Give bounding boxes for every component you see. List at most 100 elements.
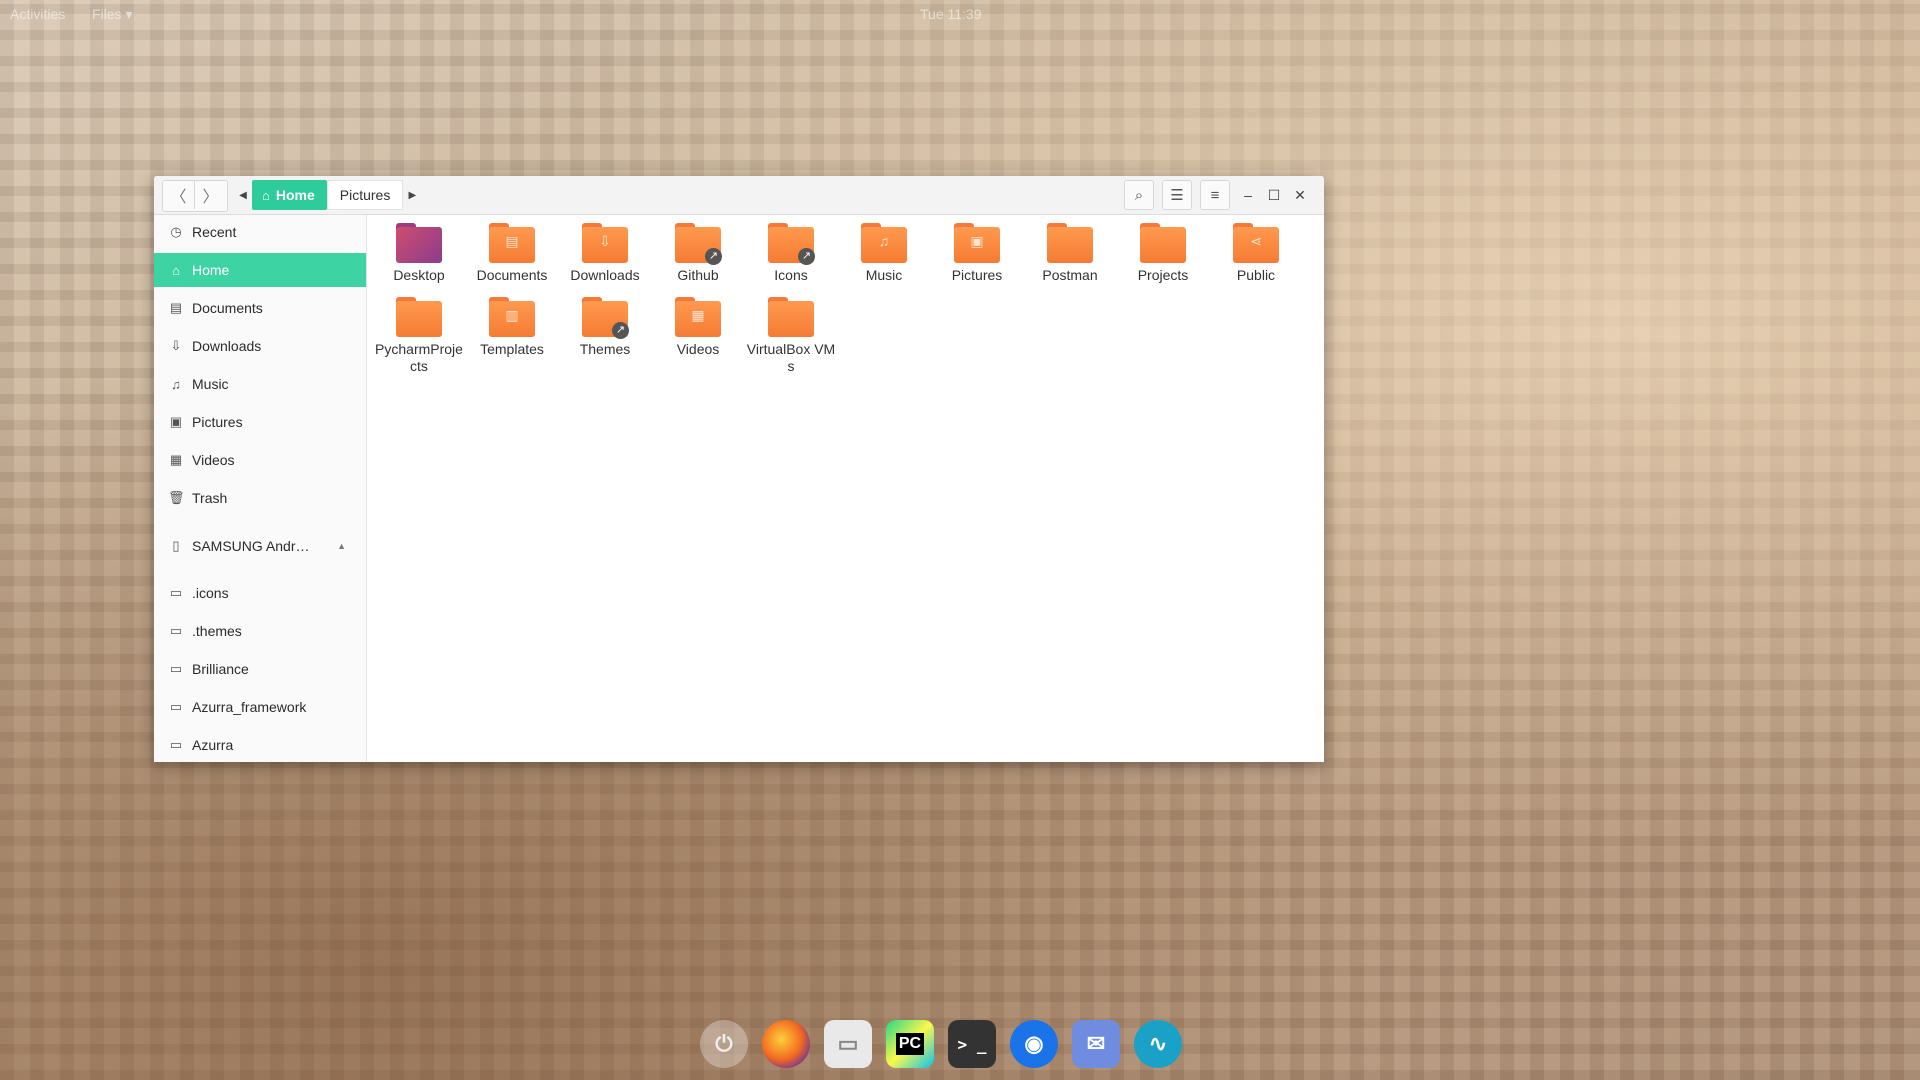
- sidebar-item-music[interactable]: ♫ Music: [154, 367, 366, 401]
- firefox-icon[interactable]: [762, 1020, 810, 1068]
- file-item[interactable]: ↗ Github: [653, 215, 743, 284]
- file-item[interactable]: ↗ Icons: [746, 215, 836, 284]
- desktop-folder-icon: [396, 223, 442, 263]
- activities-button[interactable]: Activities: [10, 6, 65, 22]
- sidebar-item-azurra[interactable]: ▭ Azurra: [154, 728, 366, 762]
- sidebar-item-brilliance[interactable]: ▭ Brilliance: [154, 652, 366, 686]
- sidebar-item-label: Trash: [192, 490, 228, 506]
- back-button[interactable]: 〈: [163, 181, 195, 209]
- list-view-icon: ☰: [1170, 187, 1184, 204]
- folder-icon: ▭: [169, 623, 183, 638]
- file-label: Templates: [480, 341, 544, 357]
- file-item[interactable]: ▦ Videos: [653, 289, 743, 358]
- search-button[interactable]: ⌕: [1124, 180, 1154, 210]
- clock-icon: ◷: [170, 224, 182, 239]
- file-label: Downloads: [570, 267, 640, 283]
- file-item[interactable]: ▥ Templates: [467, 289, 557, 358]
- file-label: VirtualBox VMs: [746, 341, 836, 374]
- templates-folder-icon: ▥: [489, 297, 535, 337]
- breadcrumb-left-arrow[interactable]: ◀: [234, 180, 252, 210]
- trash-icon: 🗑: [168, 490, 185, 505]
- folder-icon: ↗: [582, 297, 629, 339]
- terminal-icon[interactable]: > _: [948, 1020, 996, 1068]
- hamburger-icon: ≡: [1210, 186, 1220, 204]
- forward-button[interactable]: 〉: [195, 181, 226, 209]
- close-icon: ✕: [1294, 186, 1306, 203]
- files-icon[interactable]: ▭: [824, 1020, 872, 1068]
- sidebar-item-pictures[interactable]: ▣ Pictures: [154, 405, 366, 439]
- file-item[interactable]: ⋖ Public: [1211, 215, 1301, 284]
- sidebar-item-icons[interactable]: ▭ .icons: [154, 576, 366, 610]
- sidebar-item-downloads[interactable]: ⇩ Downloads: [154, 329, 366, 363]
- sidebar-item-videos[interactable]: ▦ Videos: [154, 443, 366, 477]
- file-label: Documents: [476, 267, 548, 283]
- sidebar-item-label: Azurra_framework: [192, 699, 307, 715]
- sidebar: ◷ Recent ⌂ Home ▤ Documents ⇩ Downloads …: [154, 215, 367, 762]
- breadcrumb-pictures[interactable]: Pictures: [326, 180, 404, 210]
- sidebar-item-label: Azurra: [192, 737, 234, 753]
- file-item[interactable]: ▤ Documents: [467, 215, 557, 284]
- power-icon[interactable]: ⏻: [700, 1020, 748, 1068]
- folder-icon: ↗: [675, 223, 722, 265]
- app-menu[interactable]: Files ▾: [92, 6, 132, 23]
- file-item[interactable]: Desktop: [374, 215, 464, 284]
- dock: ⏻ ▭ PC > _ ◉ ✉ ∿: [700, 1014, 1182, 1074]
- file-label: Projects: [1137, 267, 1189, 283]
- documents-folder-icon: ▤: [489, 223, 535, 263]
- sidebar-item-themes[interactable]: ▭ .themes: [154, 614, 366, 648]
- file-item[interactable]: PycharmProjects: [374, 289, 464, 375]
- file-item[interactable]: Postman: [1025, 215, 1115, 284]
- sidebar-item-label: Documents: [192, 300, 263, 316]
- music-note-icon: ♫: [171, 376, 181, 392]
- menu-button[interactable]: ≡: [1200, 180, 1230, 210]
- close-button[interactable]: ✕: [1289, 180, 1311, 210]
- pycharm-label: PC: [895, 1033, 925, 1055]
- file-label: Postman: [1042, 267, 1098, 283]
- folder-icon: ▭: [169, 699, 183, 714]
- file-item[interactable]: ♫ Music: [839, 215, 929, 284]
- pictures-folder-icon: ▣: [954, 223, 1000, 263]
- folder-icon: [1047, 223, 1093, 263]
- audio-wave-icon[interactable]: ∿: [1134, 1020, 1182, 1068]
- download-icon: ⇩: [170, 338, 182, 353]
- sidebar-item-documents[interactable]: ▤ Documents: [154, 291, 366, 325]
- breadcrumb-right-arrow[interactable]: ▶: [403, 180, 421, 210]
- file-item[interactable]: VirtualBox VMs: [746, 289, 836, 375]
- pycharm-icon[interactable]: PC: [886, 1020, 934, 1068]
- file-item[interactable]: ⇩ Downloads: [560, 215, 650, 284]
- sidebar-item-label: .themes: [192, 623, 242, 639]
- file-label: Desktop: [393, 267, 445, 283]
- file-label: Icons: [774, 267, 808, 283]
- sidebar-item-azurra-framework[interactable]: ▭ Azurra_framework: [154, 690, 366, 724]
- history-nav: 〈 〉: [162, 180, 228, 212]
- folder-icon: [768, 297, 814, 337]
- header-bar: 〈 〉 ◀ ⌂ Home Pictures ▶ ⌕ ☰ ≡ – ☐ ✕: [154, 176, 1324, 215]
- sidebar-item-label: Videos: [192, 452, 235, 468]
- sidebar-item-trash[interactable]: 🗑 Trash: [154, 481, 366, 515]
- clock[interactable]: Tue 11:39: [920, 6, 982, 22]
- sidebar-item-label: SAMSUNG Andr…: [192, 538, 310, 554]
- eject-icon[interactable]: ▲: [337, 541, 346, 551]
- top-bar: Activities Files ▾ Tue 11:39: [0, 0, 1920, 30]
- file-item[interactable]: ▣ Pictures: [932, 215, 1022, 284]
- file-grid: Desktop ▤ Documents ⇩ Downloads ↗ Github…: [367, 215, 1324, 762]
- search-icon: ⌕: [1134, 186, 1144, 204]
- sidebar-item-device[interactable]: ▯ SAMSUNG Andr… ▲: [154, 529, 366, 563]
- minimize-button[interactable]: –: [1237, 180, 1259, 210]
- breadcrumb-home-label: Home: [275, 187, 315, 203]
- mail-icon[interactable]: ✉: [1072, 1020, 1120, 1068]
- view-toggle-button[interactable]: ☰: [1162, 180, 1192, 210]
- maximize-button[interactable]: ☐: [1263, 180, 1285, 210]
- folder-icon: ▭: [169, 661, 183, 676]
- sidebar-item-recent[interactable]: ◷ Recent: [154, 215, 366, 249]
- public-folder-icon: ⋖: [1233, 223, 1279, 263]
- music-folder-icon: ♫: [861, 223, 907, 263]
- breadcrumb-home[interactable]: ⌂ Home: [252, 180, 327, 210]
- file-item[interactable]: ↗ Themes: [560, 289, 650, 358]
- file-item[interactable]: Projects: [1118, 215, 1208, 284]
- folder-icon: ▭: [169, 737, 183, 752]
- document-icon: ▤: [169, 300, 183, 315]
- sidebar-item-home[interactable]: ⌂ Home: [154, 253, 366, 287]
- target-app-icon[interactable]: ◉: [1010, 1020, 1058, 1068]
- file-label: Github: [677, 267, 719, 283]
